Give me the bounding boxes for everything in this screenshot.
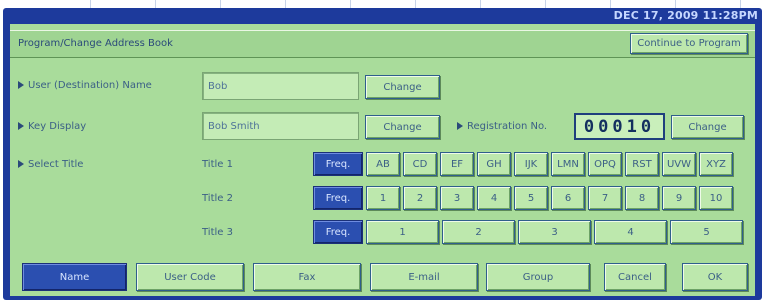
title-1-button-0[interactable]: Freq. xyxy=(313,152,363,176)
title-2-button-5[interactable]: 5 xyxy=(514,186,548,210)
title-3-button-4[interactable]: 4 xyxy=(594,220,667,244)
title-3-button-3[interactable]: 3 xyxy=(518,220,591,244)
lcd-screen: Program/Change Address Book Continue to … xyxy=(10,24,755,260)
key-display-field: Bob Smith xyxy=(202,112,359,140)
title-3-label: Title 3 xyxy=(202,226,233,238)
tab-fax[interactable]: Fax xyxy=(253,263,361,291)
tab-e-mail[interactable]: E-mail xyxy=(370,263,478,291)
bottom-bar: Name User Code Fax E-mail Group Cancel OK xyxy=(10,260,755,296)
title-3-button-0[interactable]: Freq. xyxy=(313,220,363,244)
ok-button[interactable]: OK xyxy=(682,263,748,291)
title-1-button-1[interactable]: AB xyxy=(366,152,400,176)
title-2-button-3[interactable]: 3 xyxy=(440,186,474,210)
title-1-button-3[interactable]: EF xyxy=(440,152,474,176)
user-name-change-button[interactable]: Change xyxy=(365,75,440,99)
user-name-label: User (Destination) Name xyxy=(18,78,152,92)
arrow-right-icon xyxy=(18,81,24,89)
title-1-button-6[interactable]: LMN xyxy=(551,152,585,176)
tab-user-code[interactable]: User Code xyxy=(136,263,244,291)
title-1-button-9[interactable]: UVW xyxy=(662,152,696,176)
title-2-button-8[interactable]: 8 xyxy=(625,186,659,210)
registration-number: 00010 xyxy=(574,113,665,140)
clock: DEC 17, 2009 11:28PM xyxy=(613,9,758,22)
key-display-label-text: Key Display xyxy=(28,120,87,132)
title-2-button-2[interactable]: 2 xyxy=(403,186,437,210)
title-3-button-1[interactable]: 1 xyxy=(366,220,439,244)
registration-label-text: Registration No. xyxy=(467,120,548,132)
title-1-button-10[interactable]: XYZ xyxy=(699,152,733,176)
title-1-button-8[interactable]: RST xyxy=(625,152,659,176)
key-display-change-button[interactable]: Change xyxy=(365,115,440,139)
title-2-label: Title 2 xyxy=(202,192,233,204)
title-2-button-4[interactable]: 4 xyxy=(477,186,511,210)
key-display-label: Key Display xyxy=(18,119,86,133)
arrow-right-icon xyxy=(457,122,463,130)
arrow-right-icon xyxy=(18,160,24,168)
title-2-button-9[interactable]: 9 xyxy=(662,186,696,210)
registration-change-button[interactable]: Change xyxy=(671,115,744,139)
title-2-button-10[interactable]: 10 xyxy=(699,186,733,210)
tab-name[interactable]: Name xyxy=(22,263,127,291)
arrow-right-icon xyxy=(18,122,24,130)
select-title-label: Select Title xyxy=(18,157,83,171)
tab-group[interactable]: Group xyxy=(486,263,590,291)
title-3-button-5[interactable]: 5 xyxy=(670,220,743,244)
user-name-label-text: User (Destination) Name xyxy=(28,79,152,91)
title-1-button-7[interactable]: OPQ xyxy=(588,152,622,176)
title-1-button-5[interactable]: IJK xyxy=(514,152,548,176)
title-1-button-2[interactable]: CD xyxy=(403,152,437,176)
continue-to-program-button[interactable]: Continue to Program xyxy=(630,33,748,54)
registration-label: Registration No. xyxy=(457,119,547,133)
title-3-button-2[interactable]: 2 xyxy=(442,220,515,244)
title-2-button-6[interactable]: 6 xyxy=(551,186,585,210)
title-2-button-0[interactable]: Freq. xyxy=(313,186,363,210)
title-2-button-1[interactable]: 1 xyxy=(366,186,400,210)
user-name-field: Bob xyxy=(202,72,359,100)
title-1-button-4[interactable]: GH xyxy=(477,152,511,176)
title-2-button-7[interactable]: 7 xyxy=(588,186,622,210)
select-title-label-text: Select Title xyxy=(28,158,84,170)
window-title: Program/Change Address Book xyxy=(18,38,173,49)
cancel-button[interactable]: Cancel xyxy=(604,263,666,291)
title-1-label: Title 1 xyxy=(202,158,233,170)
